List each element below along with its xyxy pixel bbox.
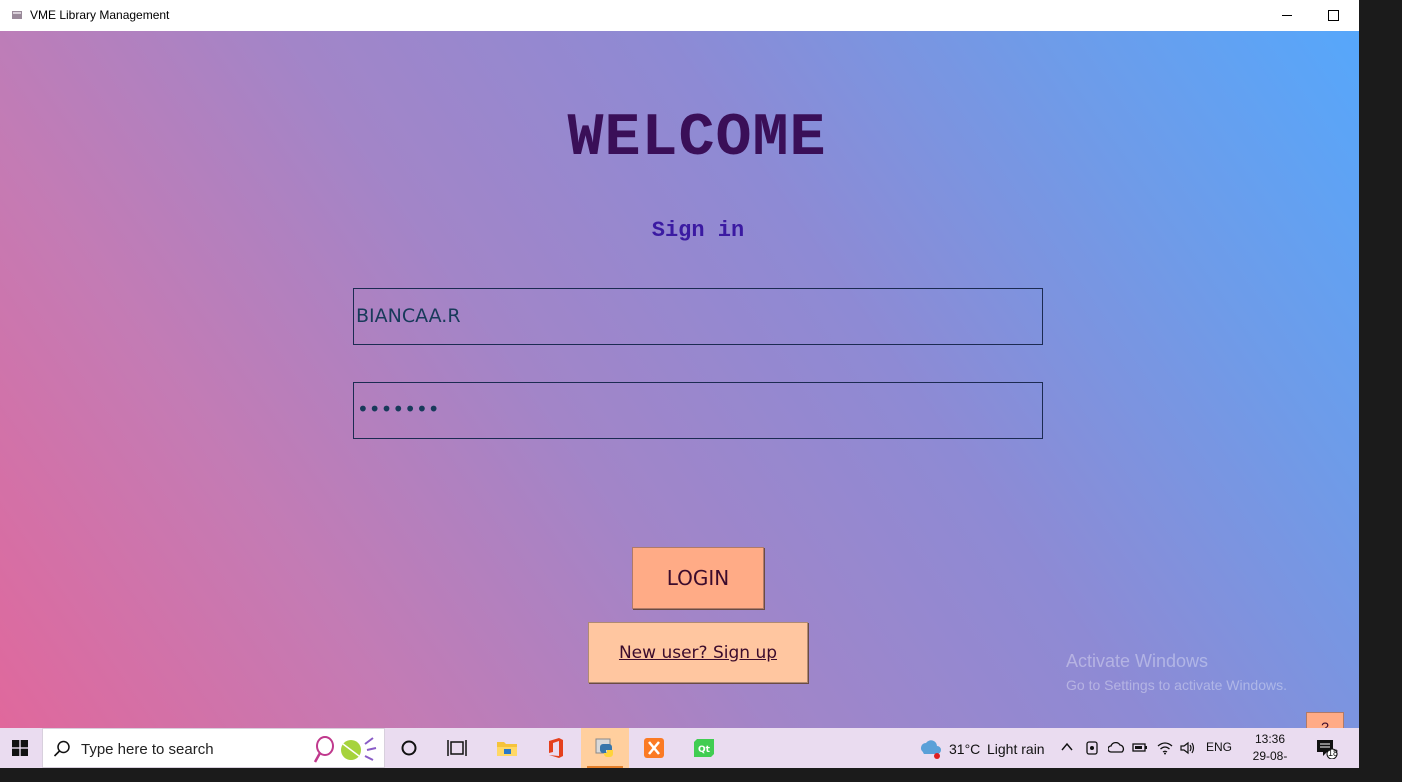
show-hidden-icons-icon[interactable] (1061, 742, 1073, 752)
onedrive-icon[interactable] (1108, 742, 1125, 753)
svg-text:Qt: Qt (698, 745, 711, 755)
language-indicator[interactable]: ENG (1206, 740, 1232, 754)
qt-button[interactable]: Qt (680, 728, 728, 768)
password-value: ••••••• (357, 397, 440, 421)
password-field[interactable]: ••••••• (353, 382, 1043, 439)
taskbar: Type here to search Qt 31°C Light rain E… (0, 728, 1359, 780)
python-button[interactable] (581, 728, 629, 768)
activate-windows-title: Activate Windows (1066, 651, 1209, 671)
battery-icon[interactable] (1132, 742, 1148, 753)
window-title: VME Library Management (30, 8, 170, 22)
search-highlight-icon (313, 736, 377, 763)
cortana-button[interactable] (385, 728, 433, 768)
minimize-icon (1282, 15, 1292, 16)
python-icon (595, 738, 613, 757)
screen-edge-bottom (0, 768, 1402, 782)
app-icon (12, 11, 22, 19)
maximize-icon (1327, 10, 1339, 21)
sign-in-subheading: Sign in (651, 218, 745, 243)
login-button[interactable]: LOGIN (632, 547, 764, 609)
activate-windows-subtitle: Go to Settings to activate Windows. (1066, 677, 1287, 693)
welcome-heading: WELCOME (567, 105, 827, 173)
app-window: VME Library Management WELCOME Sign in B… (0, 0, 1359, 728)
maximize-button[interactable] (1310, 0, 1356, 31)
username-field[interactable]: BIANCAA.R (353, 288, 1043, 345)
notification-count: 18 (1328, 748, 1339, 758)
folder-icon (497, 742, 517, 756)
file-explorer-button[interactable] (483, 728, 531, 768)
minimize-button[interactable] (1264, 0, 1310, 31)
weather-description[interactable]: Light rain (987, 741, 1045, 757)
office-icon (549, 738, 563, 758)
wifi-icon[interactable] (1157, 741, 1173, 755)
cortana-icon (401, 740, 417, 756)
notification-center-button[interactable]: 18 (1316, 739, 1338, 759)
username-value: BIANCAA.R (356, 305, 461, 327)
weather-icon (921, 740, 941, 759)
task-view-button[interactable] (433, 728, 481, 768)
help-button[interactable]: ? (1306, 712, 1344, 728)
volume-icon[interactable] (1180, 741, 1196, 755)
weather-temperature[interactable]: 31°C (949, 741, 980, 757)
screen-edge-right (1359, 0, 1402, 782)
office-button[interactable] (532, 728, 580, 768)
windows-logo-icon (12, 740, 28, 756)
task-view-icon (447, 740, 467, 756)
search-icon (53, 740, 70, 757)
login-panel: WELCOME Sign in BIANCAA.R ••••••• LOGIN … (0, 31, 1359, 728)
xampp-button[interactable] (630, 728, 678, 768)
xampp-icon (644, 738, 664, 758)
qt-icon: Qt (694, 739, 714, 757)
signup-button[interactable]: New user? Sign up (588, 622, 808, 683)
start-button[interactable] (0, 728, 40, 768)
clock-time: 13:36 (1254, 732, 1286, 746)
taskbar-search-box[interactable]: Type here to search (42, 728, 385, 768)
search-placeholder: Type here to search (81, 741, 214, 758)
meet-now-icon[interactable] (1085, 740, 1099, 756)
title-bar[interactable]: VME Library Management (0, 0, 1359, 32)
